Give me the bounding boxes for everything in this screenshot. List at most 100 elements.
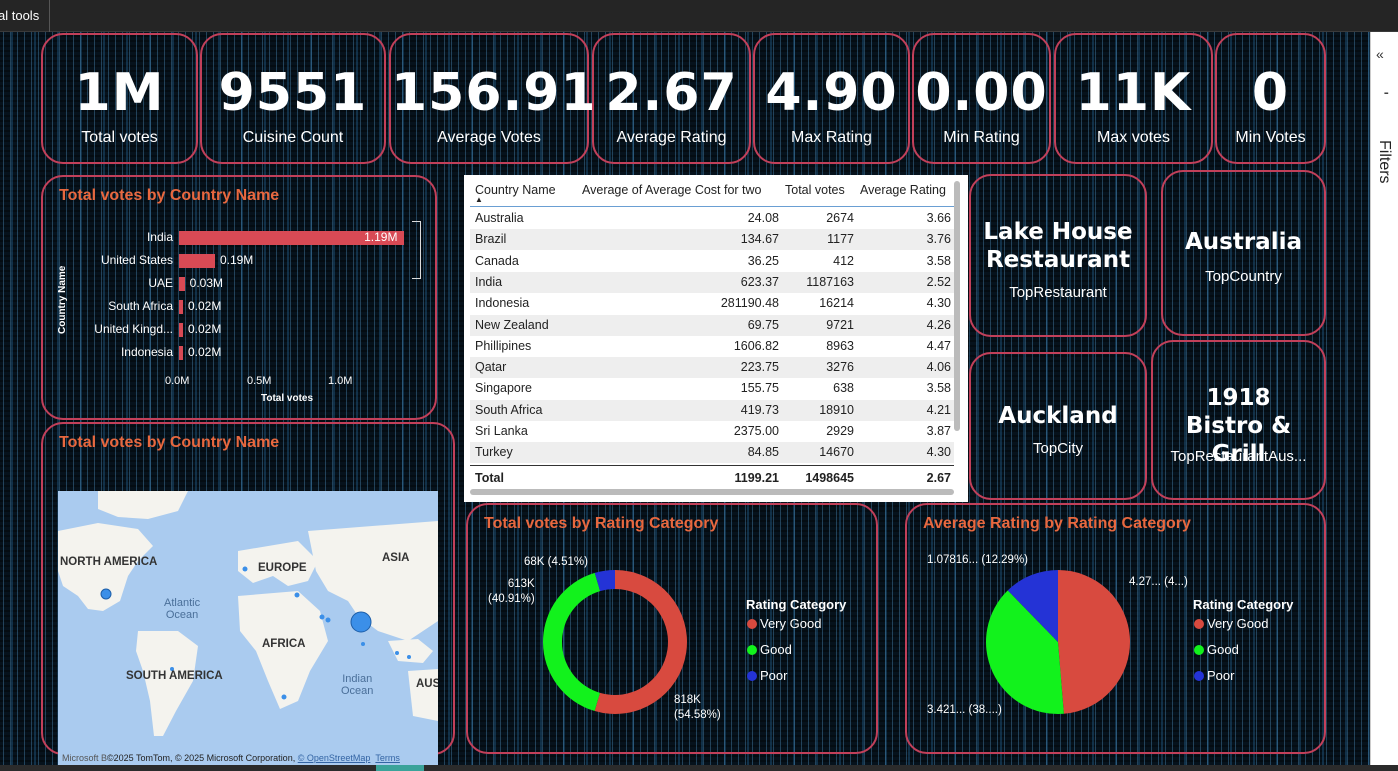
cell-total-votes: 9721: [826, 317, 854, 332]
map-bubble: [395, 651, 399, 655]
table-row[interactable]: Australia 24.08 2674 3.66: [470, 208, 954, 229]
table-row[interactable]: South Africa 419.73 18910 4.21: [470, 399, 954, 421]
slice-good[interactable]: [543, 572, 601, 712]
card-top-country[interactable]: Australia TopCountry: [1161, 170, 1326, 336]
table-row[interactable]: India 623.37 1187163 2.52: [470, 271, 954, 293]
legend-title: Rating Category: [1193, 597, 1294, 612]
col-header-country[interactable]: Country Name: [475, 183, 556, 197]
cell-avg-rating: 4.21: [926, 402, 951, 417]
filter-toggle-icon[interactable]: ⁃: [1383, 86, 1390, 102]
cell-country: Qatar: [475, 360, 507, 375]
map-bubble: [242, 566, 248, 572]
bar[interactable]: [179, 300, 183, 314]
legend-item[interactable]: Very Good: [1207, 616, 1268, 631]
map-bubble: [361, 642, 365, 646]
bar[interactable]: [179, 346, 183, 360]
cell-total-votes: 16214: [819, 296, 854, 311]
collapse-chevron-icon[interactable]: «: [1376, 46, 1384, 62]
cell-total-votes: 1187163: [806, 274, 854, 289]
table-row[interactable]: Indonesia 281190.48 16214 4.30: [470, 293, 954, 314]
pie-data-label: 4.27... (4...): [1129, 576, 1188, 588]
donut-data-label: 818K (54.58%): [674, 694, 721, 721]
cell-country: New Zealand: [475, 317, 549, 332]
continent-label: AUS: [416, 678, 438, 690]
cell-avg-cost: 623.37: [740, 274, 779, 289]
card-top-restaurant[interactable]: Lake House Restaurant TopRestaurant: [969, 174, 1147, 337]
legend-swatch-poor: [747, 671, 757, 681]
card-value: Auckland: [998, 403, 1118, 429]
table-row[interactable]: Qatar 223.75 3276 4.06: [470, 357, 954, 379]
kpi-label: Total votes: [81, 129, 158, 146]
scroll-indicator[interactable]: [412, 221, 421, 279]
cell-total-votes: 638: [833, 381, 854, 396]
card-top-city[interactable]: Auckland TopCity: [969, 352, 1147, 500]
slice-very-good[interactable]: [1058, 570, 1130, 714]
table-row[interactable]: New Zealand 69.75 9721 4.26: [470, 314, 954, 336]
bar-chart-card[interactable]: Total votes by Country Name Country Name…: [41, 175, 437, 420]
bar-category-label: United States: [100, 253, 173, 267]
filters-label[interactable]: Filters: [1375, 140, 1393, 184]
pie-data-label: 3.421... (38....): [927, 704, 1002, 716]
cell-avg-cost: 1606.82: [733, 338, 779, 353]
col-header-avg-cost[interactable]: Average of Average Cost for two: [582, 183, 762, 197]
kpi-max-rating[interactable]: 4.90 Max Rating: [753, 33, 910, 164]
map-bubble: [407, 655, 411, 659]
kpi-label: Min Rating: [943, 129, 1020, 146]
kpi-average-rating[interactable]: 2.67 Average Rating: [592, 33, 751, 164]
kpi-label: Average Votes: [437, 129, 541, 146]
cell-avg-rating: 4.30: [926, 296, 951, 311]
cell-country: Australia: [475, 211, 524, 225]
table-row[interactable]: Turkey 84.85 14670 4.30: [470, 442, 954, 464]
legend-item[interactable]: Poor: [760, 668, 787, 683]
col-header-avg-rating[interactable]: Average Rating: [860, 183, 946, 197]
country-table[interactable]: Country Name ▲ Average of Average Cost f…: [464, 175, 968, 502]
bar[interactable]: [179, 277, 185, 291]
table-row[interactable]: Canada 36.25 412 3.58: [470, 251, 954, 272]
legend-item[interactable]: Good: [760, 642, 792, 657]
cell-avg-rating: 3.58: [926, 381, 951, 396]
kpi-min-rating[interactable]: 0.00 Min Rating: [912, 33, 1051, 164]
table-row[interactable]: Phillipines 1606.82 8963 4.47: [470, 336, 954, 357]
kpi-total-votes[interactable]: 1M Total votes: [41, 33, 198, 164]
cell-avg-cost: 36.25: [747, 253, 779, 268]
card-label: TopCountry: [1205, 268, 1282, 285]
kpi-label: Max Rating: [791, 129, 872, 146]
legend-item[interactable]: Very Good: [760, 616, 821, 631]
sort-asc-icon[interactable]: ▲: [475, 195, 483, 204]
donut-data-label: 68K (4.51%): [524, 556, 588, 568]
kpi-value: 2.67: [605, 63, 738, 123]
legend-swatch-very-good: [1194, 619, 1204, 629]
kpi-label: Average Rating: [616, 129, 727, 146]
cell-total-votes: 8963: [826, 338, 854, 353]
kpi-value: 11K: [1075, 63, 1192, 123]
table-row[interactable]: Singapore 155.75 638 3.58: [470, 378, 954, 399]
card-top-restaurant-aus[interactable]: 1918 Bistro & Grill TopRestaurantAus...: [1151, 340, 1326, 500]
col-header-total-votes[interactable]: Total votes: [785, 183, 845, 197]
bubble-map[interactable]: NORTH AMERICA EUROPE ASIA AFRICA SOUTH A…: [58, 491, 438, 765]
kpi-min-votes[interactable]: 0 Min Votes: [1215, 33, 1326, 164]
table-row[interactable]: Sri Lanka 2375.00 2929 3.87: [470, 421, 954, 442]
horizontal-scrollbar[interactable]: [470, 489, 954, 495]
donut-chart-card[interactable]: Total votes by Rating Category 818K (54.…: [466, 503, 878, 754]
kpi-cuisine-count[interactable]: 9551 Cuisine Count: [200, 33, 386, 164]
bar[interactable]: [179, 254, 215, 268]
kpi-max-votes[interactable]: 11K Max votes: [1054, 33, 1213, 164]
osm-link[interactable]: © OpenStreetMap: [298, 753, 371, 763]
terms-link[interactable]: Terms: [375, 753, 400, 763]
legend-item[interactable]: Good: [1207, 642, 1239, 657]
bar-category-label: South Africa: [108, 299, 173, 313]
card-label: TopCity: [1032, 440, 1084, 457]
toolbar-tab[interactable]: al tools: [0, 0, 50, 32]
kpi-average-votes[interactable]: 156.91 Average Votes: [389, 33, 597, 164]
active-page-indicator[interactable]: [376, 765, 424, 771]
legend-item[interactable]: Poor: [1207, 668, 1234, 683]
cell-avg-rating: 3.76: [926, 232, 951, 247]
table-row[interactable]: Brazil 134.67 1177 3.76: [470, 229, 954, 251]
vertical-scrollbar[interactable]: [954, 181, 960, 431]
attribution-text: ©2025 TomTom, © 2025 Microsoft Corporati…: [107, 753, 298, 763]
cell-avg-cost: 223.75: [740, 360, 779, 375]
legend-title: Rating Category: [746, 597, 847, 612]
bar[interactable]: [179, 323, 183, 337]
pie-chart-card[interactable]: Average Rating by Rating Category 4.27..…: [905, 503, 1326, 754]
filters-pane[interactable]: « ⁃ Filters: [1370, 32, 1398, 765]
